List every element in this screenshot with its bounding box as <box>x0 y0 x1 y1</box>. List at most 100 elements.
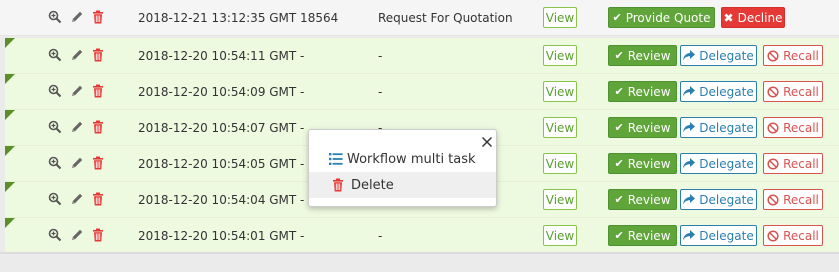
task-type: - <box>378 85 383 99</box>
view-button[interactable]: View <box>543 225 577 246</box>
delegate-button[interactable]: Delegate <box>680 45 757 66</box>
share-icon <box>683 230 699 241</box>
row-corner-marker <box>5 38 15 48</box>
menu-item-workflow-multi-task[interactable]: Workflow multi task <box>309 146 496 172</box>
x-icon: ✖ <box>723 10 734 25</box>
zoom-in-icon[interactable] <box>48 84 70 100</box>
row-corner-marker <box>5 182 15 192</box>
context-menu: Workflow multi task Delete <box>308 129 497 207</box>
review-button[interactable]: ✔ Review <box>608 45 677 66</box>
pencil-icon[interactable] <box>70 84 92 100</box>
recall-button[interactable]: Recall <box>763 81 823 102</box>
delegate-label: Delegate <box>699 84 754 99</box>
view-button[interactable]: View <box>543 117 577 138</box>
view-button[interactable]: View <box>543 153 577 174</box>
view-button[interactable]: View <box>543 81 577 102</box>
table-row: 2018-12-20 10:54:11 GMT - - View ✔ Review Del… <box>5 38 839 74</box>
row-icons <box>48 192 114 208</box>
recall-label: Recall <box>783 192 819 207</box>
zoom-in-icon[interactable] <box>48 228 70 244</box>
menu-item-label: Workflow multi task <box>347 151 476 167</box>
trash-icon <box>332 178 344 196</box>
check-icon: ✔ <box>614 85 624 98</box>
review-button[interactable]: ✔ Review <box>608 189 677 210</box>
delegate-button[interactable]: Delegate <box>680 117 757 138</box>
zoom-in-icon[interactable] <box>48 120 70 136</box>
provide-quote-label: Provide Quote <box>625 10 711 25</box>
delegate-button[interactable]: Delegate <box>680 153 757 174</box>
trash-icon[interactable] <box>92 120 114 136</box>
trash-icon[interactable] <box>92 10 114 26</box>
row-corner-marker <box>5 218 15 228</box>
share-icon <box>683 86 699 97</box>
trash-icon[interactable] <box>92 192 114 208</box>
ban-icon <box>767 229 783 242</box>
check-icon: ✔ <box>614 193 624 206</box>
pencil-icon[interactable] <box>70 228 92 244</box>
row-corner-marker <box>5 146 15 156</box>
review-label: Review <box>627 84 671 99</box>
review-button[interactable]: ✔ Review <box>608 225 677 246</box>
task-date: 2018-12-21 13:12:35 GMT 18564 <box>138 11 339 25</box>
row-icons <box>48 84 114 100</box>
view-button[interactable]: View <box>543 189 577 210</box>
table-bottom-border <box>0 252 839 254</box>
pencil-icon[interactable] <box>70 156 92 172</box>
check-icon: ✔ <box>614 157 624 170</box>
ban-icon <box>767 157 783 170</box>
check-icon: ✔ <box>614 229 624 242</box>
share-icon <box>683 158 699 169</box>
delegate-button[interactable]: Delegate <box>680 189 757 210</box>
row-icons <box>48 120 114 136</box>
review-label: Review <box>627 120 671 135</box>
provide-quote-button[interactable]: ✔ Provide Quote <box>608 7 715 28</box>
trash-icon[interactable] <box>92 84 114 100</box>
delegate-button[interactable]: Delegate <box>680 81 757 102</box>
task-date: 2018-12-20 10:54:04 GMT - <box>138 193 305 207</box>
delegate-button[interactable]: Delegate <box>680 225 757 246</box>
review-label: Review <box>627 48 671 63</box>
pencil-icon[interactable] <box>70 48 92 64</box>
recall-button[interactable]: Recall <box>763 225 823 246</box>
review-label: Review <box>627 192 671 207</box>
task-date: 2018-12-20 10:54:01 GMT - <box>138 229 305 243</box>
recall-label: Recall <box>783 48 819 63</box>
review-button[interactable]: ✔ Review <box>608 117 677 138</box>
review-button[interactable]: ✔ Review <box>608 81 677 102</box>
pencil-icon[interactable] <box>70 192 92 208</box>
task-type: Request For Quotation <box>378 11 513 25</box>
recall-label: Recall <box>783 228 819 243</box>
recall-button[interactable]: Recall <box>763 45 823 66</box>
ban-icon <box>767 85 783 98</box>
pencil-icon[interactable] <box>70 120 92 136</box>
check-icon: ✔ <box>614 49 624 62</box>
recall-button[interactable]: Recall <box>763 153 823 174</box>
task-date: 2018-12-20 10:54:11 GMT - <box>138 49 305 63</box>
decline-button[interactable]: ✖ Decline <box>721 7 785 28</box>
pencil-icon[interactable] <box>70 10 92 26</box>
trash-icon[interactable] <box>92 156 114 172</box>
recall-button[interactable]: Recall <box>763 189 823 210</box>
ban-icon <box>767 193 783 206</box>
ban-icon <box>767 49 783 62</box>
table-row: 2018-12-20 10:54:09 GMT - - View ✔ Review Del… <box>5 74 839 110</box>
view-button[interactable]: View <box>543 45 577 66</box>
zoom-in-icon[interactable] <box>48 192 70 208</box>
view-button[interactable]: View <box>543 7 577 28</box>
trash-icon[interactable] <box>92 48 114 64</box>
trash-icon[interactable] <box>92 228 114 244</box>
recall-button[interactable]: Recall <box>763 117 823 138</box>
decline-label: Decline <box>737 10 783 25</box>
delegate-label: Delegate <box>699 228 754 243</box>
task-date: 2018-12-20 10:54:05 GMT - <box>138 157 305 171</box>
zoom-in-icon[interactable] <box>48 10 70 26</box>
review-button[interactable]: ✔ Review <box>608 153 677 174</box>
task-type: - <box>378 229 383 243</box>
zoom-in-icon[interactable] <box>48 48 70 64</box>
delegate-label: Delegate <box>699 156 754 171</box>
delegate-label: Delegate <box>699 48 754 63</box>
task-type: - <box>378 49 383 63</box>
zoom-in-icon[interactable] <box>48 156 70 172</box>
share-icon <box>683 122 699 133</box>
menu-item-delete[interactable]: Delete <box>309 172 496 198</box>
